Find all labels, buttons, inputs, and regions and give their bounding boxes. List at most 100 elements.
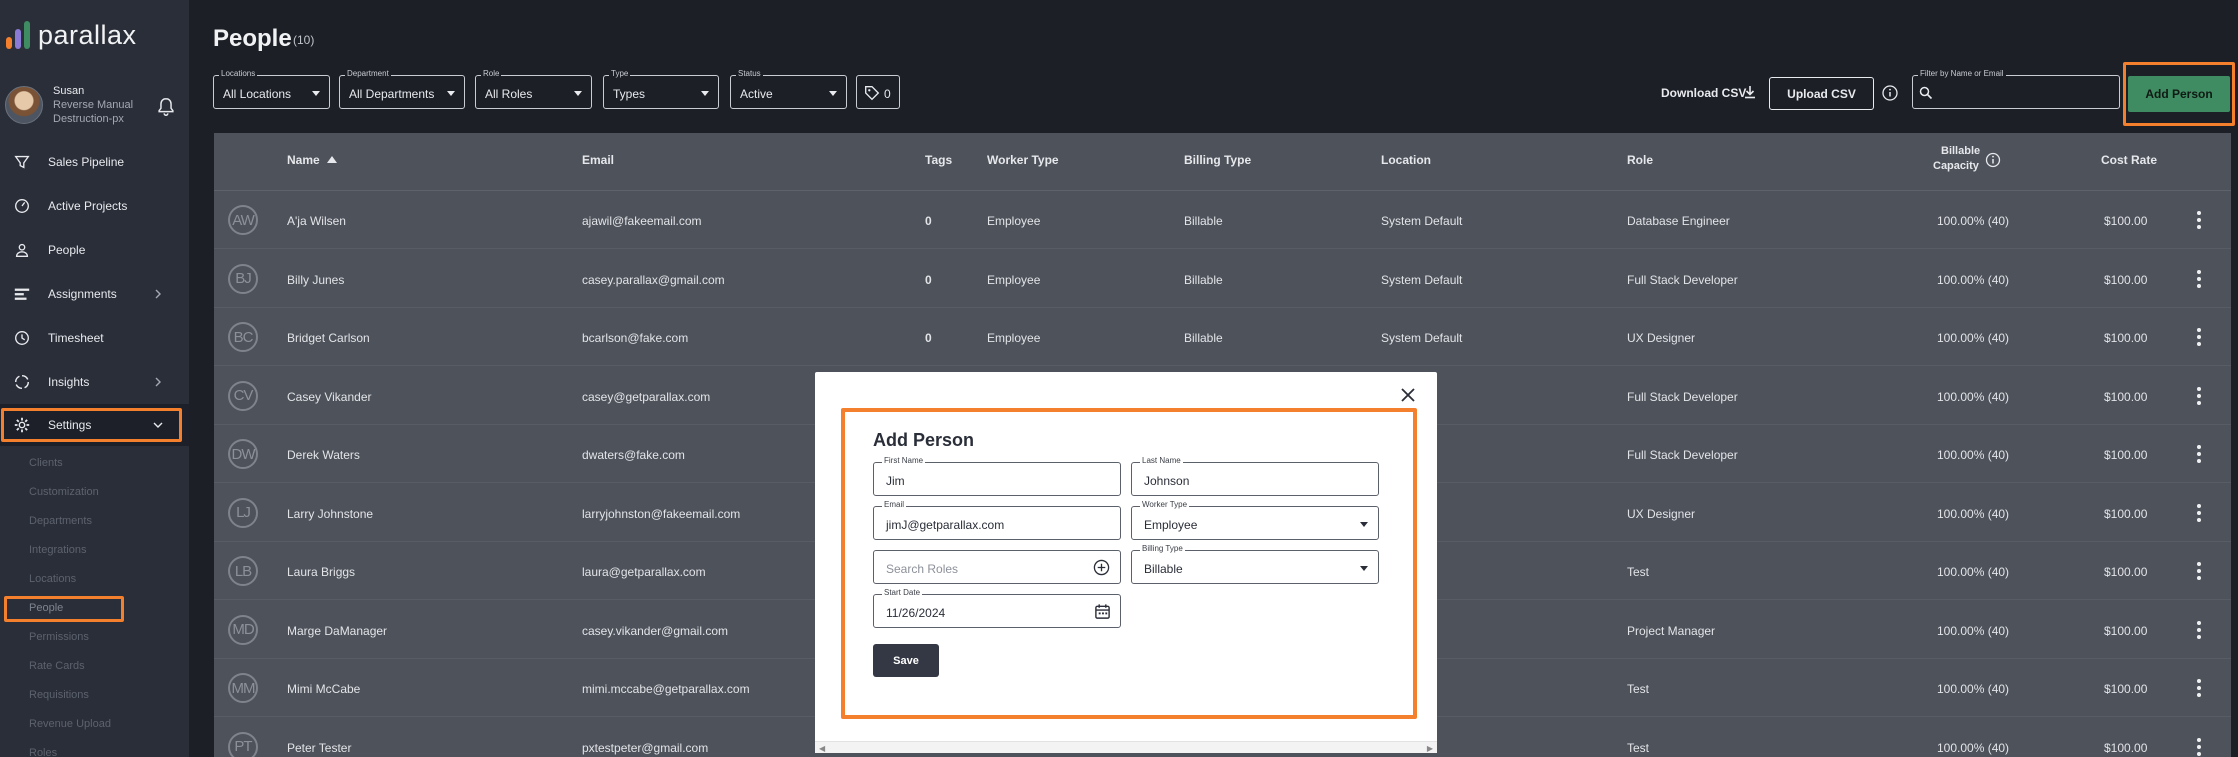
settings-sub-permissions[interactable]: Permissions [29,631,89,643]
more-options-icon[interactable] [2197,269,2201,288]
settings-sub-requisitions[interactable]: Requisitions [29,689,89,701]
status-filter[interactable]: Status Active [730,69,847,109]
more-options-icon[interactable] [2197,679,2201,697]
email-field[interactable]: Email jimJ@getparallax.com [873,500,1121,540]
col-email[interactable]: Email [582,153,614,167]
col-billable-capacity-line1[interactable]: Billable [1941,145,1980,157]
field-value: Johnson [1144,474,1190,488]
type-filter[interactable]: Type Types [603,69,719,109]
table-row[interactable]: BJ Billy Junes casey.parallax@gmail.com 0 Em… [214,249,2231,308]
col-name[interactable]: Name [287,153,320,167]
person-name[interactable]: Bridget Carlson [287,331,370,345]
add-circle-icon[interactable] [1093,559,1110,576]
settings-sub-locations[interactable]: Locations [29,573,76,585]
person-name[interactable]: Peter Tester [287,741,351,755]
person-capacity: 100.00% (40) [1937,506,2010,521]
col-billable-capacity-line2[interactable]: Capacity [1933,160,1979,172]
user-profile[interactable]: Susan Reverse Manual Destruction-px [0,78,189,132]
col-location[interactable]: Location [1381,153,1431,167]
col-tags[interactable]: Tags [925,153,952,167]
col-billing-type[interactable]: Billing Type [1184,153,1251,167]
worker-type-select[interactable]: Worker Type Employee [1131,500,1379,540]
nav-item-timesheet[interactable]: Timesheet [0,317,189,359]
col-role[interactable]: Role [1627,153,1653,167]
settings-sub-integrations[interactable]: Integrations [29,544,86,556]
settings-sub-revenue-upload[interactable]: Revenue Upload [29,718,111,730]
more-options-icon[interactable] [2197,445,2201,463]
nav-item-insights[interactable]: Insights [0,361,189,403]
person-name[interactable]: Mimi McCabe [287,682,360,696]
more-options-icon[interactable] [2197,328,2201,346]
calendar-icon[interactable] [1094,603,1111,620]
nav-item-assignments[interactable]: Assignments [0,273,189,315]
nav-label: Timesheet [48,331,104,345]
person-name[interactable]: Derek Waters [287,448,360,462]
person-tags: 0 [925,272,932,287]
download-icon[interactable] [1744,85,1756,99]
nav-item-active-projects[interactable]: Active Projects [0,185,189,227]
modal-title: Add Person [873,430,975,450]
person-name[interactable]: Billy Junes [287,273,344,287]
nav-item-sales-pipeline[interactable]: Sales Pipeline [0,141,189,183]
person-name[interactable]: Casey Vikander [287,390,372,404]
filter-value: All Locations [223,87,292,101]
logo[interactable]: parallax [6,18,137,52]
upload-csv-button[interactable]: Upload CSV [1769,77,1874,110]
nav-label: Sales Pipeline [48,155,125,169]
download-csv-link[interactable]: Download CSV [1661,86,1746,100]
department-filter[interactable]: Department All Departments [339,69,465,109]
person-billing-type: Billable [1184,214,1223,228]
table-row[interactable]: BC Bridget Carlson bcarlson@fake.com 0 Emplo… [214,308,2231,366]
close-icon[interactable] [1400,387,1416,403]
settings-sub-rate-cards[interactable]: Rate Cards [29,660,85,672]
avatar-initials: DW [228,439,258,469]
person-cost-rate: $100.00 [2104,331,2148,345]
caret-down-icon [701,91,709,96]
more-options-icon[interactable] [2197,620,2201,639]
col-worker-type[interactable]: Worker Type [987,153,1059,167]
scroll-left-icon[interactable]: ◀ [819,744,825,753]
person-cost-rate: $100.00 [2104,389,2148,404]
person-name[interactable]: Laura Briggs [287,565,355,579]
avatar-initials: PT [228,731,258,757]
settings-sub-customization[interactable]: Customization [29,486,99,498]
settings-sub-departments[interactable]: Departments [29,515,92,527]
chevron-right-icon [155,289,161,299]
more-options-icon[interactable] [2197,386,2201,405]
info-icon[interactable] [1882,85,1898,101]
sort-asc-icon[interactable] [326,155,338,165]
horizontal-scrollbar[interactable]: ◀ ▶ [815,741,1437,753]
person-name[interactable]: Larry Johnstone [287,507,373,521]
col-cost-rate[interactable]: Cost Rate [2101,153,2157,167]
role-filter[interactable]: Role All Roles [475,69,592,109]
search-roles-input[interactable]: Search Roles [873,550,1121,584]
save-button[interactable]: Save [873,644,939,677]
more-options-icon[interactable] [2197,737,2201,756]
filter-label: Locations [219,69,258,78]
locations-filter[interactable]: Locations All Locations [213,69,330,109]
avatar[interactable] [5,86,43,124]
first-name-field[interactable]: First Name Jim [873,456,1121,496]
start-date-field[interactable]: Start Date 11/26/2024 [873,588,1121,628]
add-person-button[interactable]: Add Person [2128,76,2230,112]
settings-sub-clients[interactable]: Clients [29,457,63,469]
more-options-icon[interactable] [2197,503,2201,522]
field-value: 11/26/2024 [886,606,946,620]
more-options-icon[interactable] [2197,562,2201,580]
bell-icon[interactable] [155,96,177,118]
person-role: Database Engineer [1627,214,1730,228]
person-name[interactable]: A'ja Wilsen [287,214,346,228]
person-billing-type: Billable [1184,331,1223,345]
nav-item-people[interactable]: People [0,229,189,271]
search-input[interactable]: Filter by Name or Email [1912,69,2120,109]
more-options-icon[interactable] [2197,211,2201,229]
info-icon[interactable] [1985,152,2001,168]
table-row[interactable]: AW A'ja Wilsen ajawil@fakeemail.com 0 Employ… [214,191,2231,249]
settings-sub-roles[interactable]: Roles [29,747,57,757]
billing-type-select[interactable]: Billing Type Billable [1131,544,1379,584]
person-cost-rate: $100.00 [2104,448,2148,462]
tags-filter[interactable]: 0 [856,75,900,109]
scroll-right-icon[interactable]: ▶ [1427,744,1433,753]
person-name[interactable]: Marge DaManager [287,624,387,638]
last-name-field[interactable]: Last Name Johnson [1131,456,1379,496]
